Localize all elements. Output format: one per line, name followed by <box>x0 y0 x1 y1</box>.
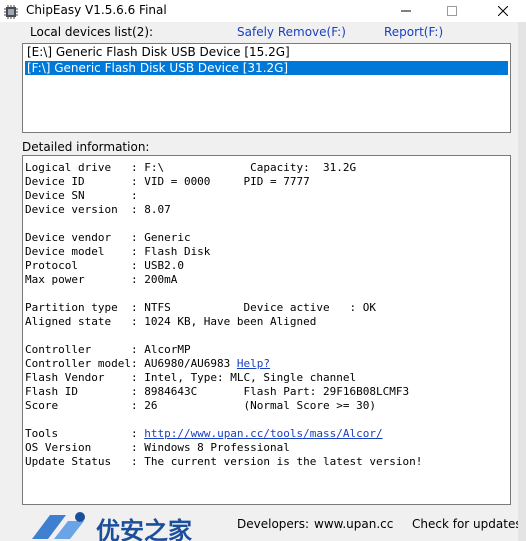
info-line-blank <box>25 287 508 301</box>
check-updates-link[interactable]: Check for updates <box>412 517 522 531</box>
info-line-update-status: Update Status : The current version is t… <box>25 455 423 468</box>
close-icon <box>498 6 508 16</box>
info-line-device-vendor: Device vendor : Generic <box>25 231 191 244</box>
info-line-controller: Controller : AlcorMP <box>25 343 191 356</box>
info-line-device-model: Device model : Flash Disk <box>25 245 211 258</box>
info-line-os-version: OS Version : Windows 8 Professional <box>25 441 290 454</box>
developers-site-link[interactable]: www.upan.cc <box>314 517 393 531</box>
info-line-flash-vendor: Flash Vendor : Intel, Type: MLC, Single … <box>25 371 357 384</box>
controller-model-text: Controller model: AU6980/AU6983 <box>25 357 237 370</box>
help-link[interactable]: Help? <box>237 357 270 370</box>
info-line-flash-id: Flash ID : 8984643C Flash Part: 29F16B08… <box>25 385 410 398</box>
tools-link[interactable]: http://www.upan.cc/tools/mass/Alcor/ <box>144 427 382 440</box>
chipeasy-window: ChipEasy V1.5.6.6 Final Local devices li… <box>0 0 526 541</box>
window-title: ChipEasy V1.5.6.6 Final <box>26 3 167 17</box>
maximize-button[interactable] <box>429 0 475 22</box>
tools-text: Tools : <box>25 427 145 440</box>
info-line-max-power: Max power : 200mA <box>25 273 178 286</box>
logo-text: 优安之家 <box>96 517 192 541</box>
minimize-button[interactable] <box>383 0 429 22</box>
info-line-score: Score : 26 (Normal Score >= 30) <box>25 399 376 412</box>
info-line-tools: Tools : http://www.upan.cc/tools/mass/Al… <box>25 427 508 441</box>
minimize-icon <box>401 10 411 12</box>
detail-info-box[interactable]: Logical drive : F:\ Capacity: 31.2G Devi… <box>22 155 511 505</box>
safely-remove-link[interactable]: Safely Remove(F:) <box>237 25 346 39</box>
device-item-e[interactable]: [E:\] Generic Flash Disk USB Device [15.… <box>25 45 292 59</box>
device-item-f[interactable]: [F:\] Generic Flash Disk USB Device [31.… <box>25 61 508 75</box>
device-list[interactable]: [E:\] Generic Flash Disk USB Device [15.… <box>22 43 511 133</box>
maximize-icon <box>447 6 457 16</box>
window-edge <box>518 22 526 541</box>
close-button[interactable] <box>480 0 526 22</box>
chip-app-icon <box>4 4 18 19</box>
info-line-device-sn: Device SN : <box>25 189 138 202</box>
info-line-blank <box>25 217 508 231</box>
info-line-aligned-state: Aligned state : 1024 KB, Have been Align… <box>25 315 317 328</box>
upan-logo[interactable]: 优安之家 <box>30 509 230 541</box>
info-line-protocol: Protocol : USB2.0 <box>25 259 184 272</box>
devices-list-label: Local devices list(2): <box>30 25 154 39</box>
detail-heading: Detailed information: <box>22 140 150 154</box>
detail-info-lines: Logical drive : F:\ Capacity: 31.2G Devi… <box>25 161 508 469</box>
menu-row: Local devices list(2): Safely Remove(F:)… <box>0 22 526 42</box>
report-link[interactable]: Report(F:) <box>384 25 443 39</box>
info-line-device-id: Device ID : VID = 0000 PID = 7777 <box>25 175 310 188</box>
info-line-device-version: Device version : 8.07 <box>25 203 171 216</box>
info-line-logical-drive: Logical drive : F:\ Capacity: 31.2G <box>25 161 357 174</box>
info-line-blank <box>25 413 508 427</box>
upan-logo-icon: 优安之家 <box>32 512 192 541</box>
title-bar[interactable]: ChipEasy V1.5.6.6 Final <box>0 0 526 22</box>
developers-label: Developers: <box>237 517 310 531</box>
info-line-blank <box>25 329 508 343</box>
info-line-partition-type: Partition type : NTFS Device active : OK <box>25 301 376 314</box>
info-line-controller-model: Controller model: AU6980/AU6983 Help? <box>25 357 508 371</box>
